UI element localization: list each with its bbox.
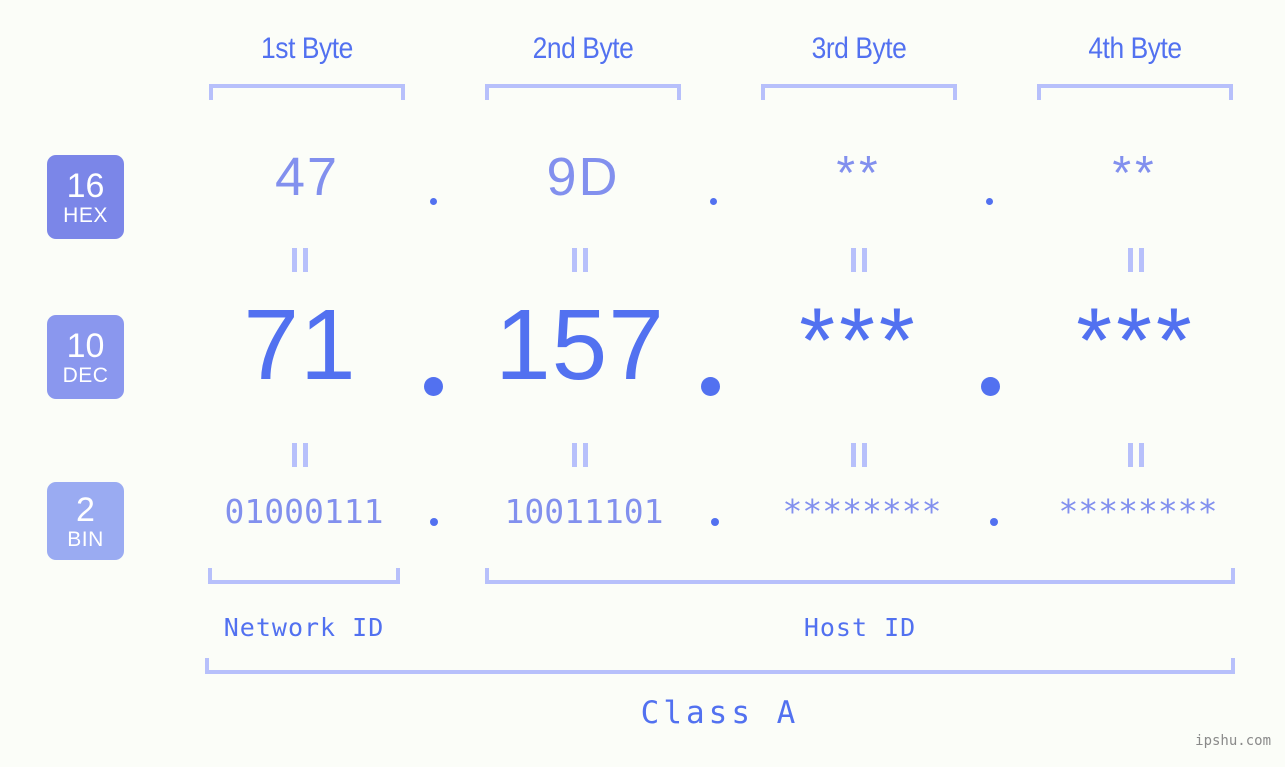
dec-value-byte-1: 71 [243, 289, 357, 401]
hex-value-byte-4: ** [1112, 147, 1158, 200]
network-id-bracket [208, 568, 400, 584]
bin-value-byte-1: 01000111 [224, 492, 384, 531]
host-id-label: Host ID [803, 613, 917, 642]
base-badge-bin-number: 2 [76, 490, 95, 529]
dec-dot-separator-3 [981, 377, 1000, 396]
base-badge-dec-number: 10 [66, 326, 105, 365]
base-badge-bin: 2 BIN [47, 482, 124, 560]
dec-value-byte-2: 157 [495, 289, 665, 401]
equivalence-marker-2-2 [460, 443, 700, 467]
bin-value-byte-3: ******** [782, 492, 942, 531]
base-badge-hex: 16 HEX [47, 155, 124, 239]
byte-header-4: 4th Byte [1088, 32, 1182, 65]
bin-dot-separator-3 [990, 518, 998, 526]
class-label: Class A [640, 695, 800, 731]
equivalence-marker-1-4 [1016, 248, 1256, 272]
host-id-bracket [485, 568, 1235, 584]
byte-header-2: 2nd Byte [532, 32, 634, 65]
dec-dot-separator-1 [424, 377, 443, 396]
base-badge-hex-word: HEX [63, 203, 108, 227]
byte-bracket-2 [485, 84, 681, 100]
equivalence-marker-1-2 [460, 248, 700, 272]
base-badge-bin-word: BIN [67, 527, 104, 551]
equivalence-marker-1-1 [180, 248, 420, 272]
ip-address-breakdown-diagram: 1st Byte 2nd Byte 3rd Byte 4th Byte 16 H… [0, 0, 1285, 767]
byte-bracket-1 [209, 84, 405, 100]
byte-header-3: 3rd Byte [811, 32, 907, 65]
bin-dot-separator-2 [711, 518, 719, 526]
equivalence-marker-2-3 [739, 443, 979, 467]
equivalence-marker-1-3 [739, 248, 979, 272]
site-watermark: ipshu.com [1195, 733, 1271, 749]
bin-value-byte-4: ******** [1058, 492, 1218, 531]
hex-dot-separator-1 [430, 198, 437, 205]
class-bracket [205, 658, 1235, 674]
base-badge-dec-word: DEC [62, 363, 109, 387]
hex-value-byte-3: ** [836, 147, 882, 200]
base-badge-dec: 10 DEC [47, 315, 124, 399]
hex-dot-separator-2 [710, 198, 717, 205]
dec-dot-separator-2 [701, 377, 720, 396]
equivalence-marker-2-4 [1016, 443, 1256, 467]
network-id-label: Network ID [223, 613, 385, 642]
byte-header-1: 1st Byte [261, 32, 353, 65]
dec-value-byte-4: *** [1076, 290, 1196, 392]
dec-value-byte-3: *** [799, 290, 919, 392]
bin-value-byte-2: 10011101 [504, 492, 664, 531]
hex-value-byte-1: 47 [274, 147, 340, 207]
byte-bracket-4 [1037, 84, 1233, 100]
hex-dot-separator-3 [986, 198, 993, 205]
hex-value-byte-2: 9D [546, 147, 620, 207]
equivalence-marker-2-1 [180, 443, 420, 467]
base-badge-hex-number: 16 [66, 166, 105, 205]
bin-dot-separator-1 [430, 518, 438, 526]
byte-bracket-3 [761, 84, 957, 100]
